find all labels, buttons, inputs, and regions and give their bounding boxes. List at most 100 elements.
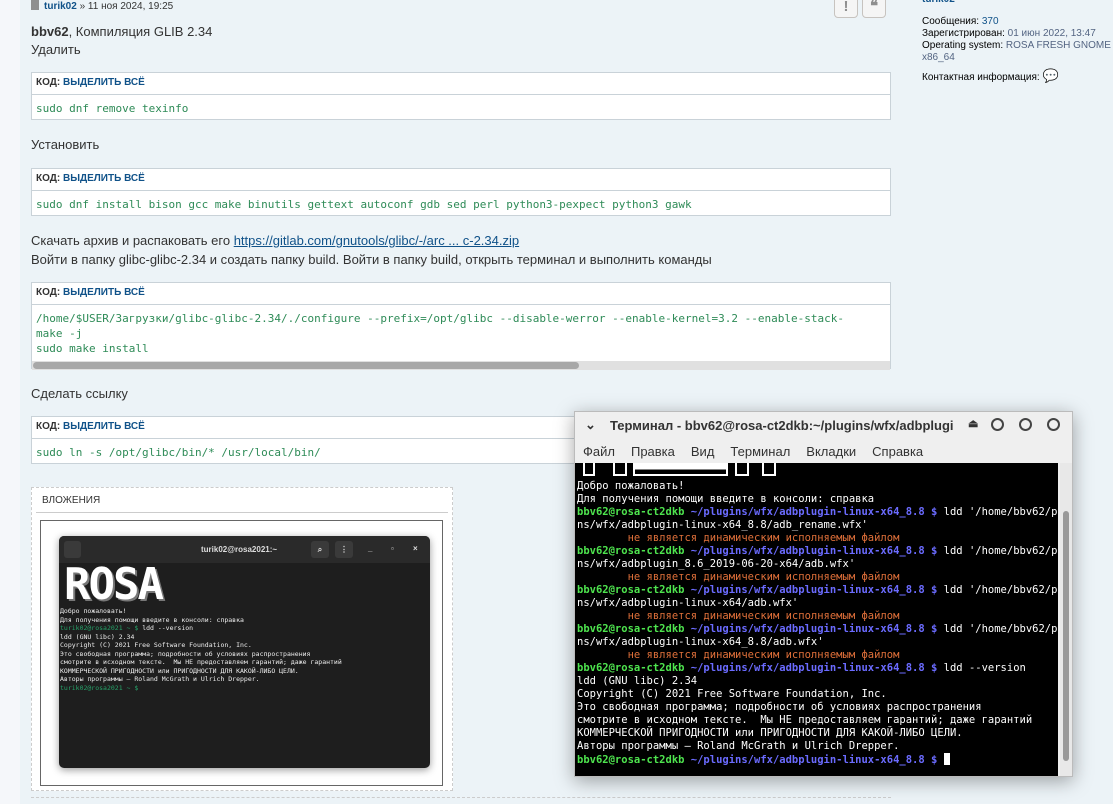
output: ldd (GNU libc) 2.34 Copyright (C) 2021 F… — [577, 675, 1033, 752]
menu-icon: ⋮ — [335, 541, 353, 558]
code-header: КОД: ВЫДЕЛИТЬ ВСЁ — [32, 169, 890, 191]
code-content: /home/$USER/Загрузки/glibc-glibc-2.34/./… — [36, 312, 844, 355]
prompt-user: bbv62@rosa-ct2dkb — [577, 506, 685, 518]
error-line: не является динамическим исполняемым фай… — [577, 649, 900, 661]
search-icon: ⌕ — [311, 541, 329, 558]
link-label: Сделать ссылку — [31, 386, 128, 401]
prompt-path: ~/plugins/wfx/adbplugin-linux-x64_8.8 $ — [684, 545, 938, 557]
prompt-user: bbv62@rosa-ct2dkb — [577, 584, 685, 596]
code-label: КОД: — [36, 287, 63, 298]
prompt-user: bbv62@rosa-ct2dkb — [577, 623, 685, 635]
prompt: turik02@rosa2021 ~ $ — [60, 624, 139, 632]
scrollbar-thumb[interactable] — [33, 362, 579, 369]
menu-view[interactable]: Вид — [691, 439, 715, 464]
post-icon — [31, 0, 39, 10]
menu-help[interactable]: Справка — [872, 439, 923, 464]
menu-file[interactable]: Файл — [583, 439, 615, 464]
screenshot-title: turik02@rosa2021:~ — [201, 545, 278, 554]
chevron-down-icon[interactable]: ⌄ — [585, 417, 596, 433]
command: ldd '/home/bbv62/plugi — [943, 545, 1058, 557]
select-all-link[interactable]: ВЫДЕЛИТЬ ВСЁ — [63, 287, 145, 298]
code-content: sudo dnf install bison gcc make binutils… — [36, 198, 692, 211]
output: ldd (GNU libc) 2.34 Copyright (C) 2021 F… — [60, 632, 342, 684]
prompt-path: ~/plugins/wfx/adbplugin-linux-x64_8.8 $ — [684, 623, 938, 635]
screenshot-titlebar: turik02@rosa2021:~ ⌕ ⋮ _ ▫ × — [59, 536, 430, 563]
report-button[interactable]: ! — [834, 0, 858, 18]
terminal-screen[interactable]: Добро пожаловать! Для получения помощи в… — [575, 463, 1058, 776]
minimize-icon: _ — [368, 544, 373, 553]
maximize-button[interactable] — [1019, 418, 1032, 431]
scrollbar-thumb[interactable] — [1063, 511, 1069, 761]
prompt-path: ~/plugins/wfx/adbplugin-linux-x64_8.8 $ — [684, 662, 938, 674]
profile-registered: Зарегистрирован: 01 июн 2022, 13:47 — [922, 28, 1112, 40]
vertical-scrollbar[interactable] — [1060, 463, 1072, 776]
profile: turik02 Сообщения: 370 Зарегистрирован: … — [922, 0, 1112, 84]
command-cont: ns/wfx/adbplugin-linux-x64/adb.wfx' — [577, 597, 799, 609]
ascii-logo-fragment — [575, 463, 1058, 480]
screenshot-output: Добро пожаловать! Для получения помощи в… — [59, 607, 430, 692]
quote-button[interactable]: ❝ — [862, 0, 886, 18]
mention: bbv62 — [31, 24, 69, 39]
code-header: КОД: ВЫДЕЛИТЬ ВСЁ — [32, 283, 890, 305]
code-label: КОД: — [36, 77, 63, 88]
code-label: КОД: — [36, 173, 63, 184]
label: Operating system: — [922, 40, 1006, 51]
label: Контактная информация: — [922, 72, 1043, 83]
line: Для получения помощи введите в консоли: … — [577, 493, 875, 505]
profile-name[interactable]: turik02 — [922, 0, 1112, 6]
value[interactable]: 370 — [982, 16, 999, 27]
author-link[interactable]: turik02 — [44, 1, 77, 12]
cursor — [943, 753, 950, 765]
close-button[interactable] — [1047, 418, 1060, 431]
code-block-3: КОД: ВЫДЕЛИТЬ ВСЁ /home/$USER/Загрузки/g… — [31, 282, 891, 370]
line: Добро пожаловать! — [577, 480, 685, 492]
label: Сообщения: — [922, 16, 982, 27]
divider — [31, 797, 891, 798]
minimize-button[interactable] — [991, 418, 1004, 431]
code-block-1: КОД: ВЫДЕЛИТЬ ВСЁ sudo dnf remove texinf… — [31, 72, 891, 120]
meta-sep: » — [76, 1, 88, 12]
prompt: turik02@rosa2021 ~ $ — [60, 683, 139, 692]
code-block-2: КОД: ВЫДЕЛИТЬ ВСЁ sudo dnf install bison… — [31, 168, 891, 216]
command: ldd --version — [937, 662, 1026, 674]
command-cont: ns/wfx/adbplugin-linux-x64_8.8/adb.wfx' — [577, 636, 824, 648]
post-buttons: ! ❝ — [834, 0, 886, 18]
chat-bubble-icon[interactable]: 💬 — [1042, 68, 1058, 83]
greeting-text: , Компиляция GLIB 2.34 — [68, 24, 213, 39]
select-all-link[interactable]: ВЫДЕЛИТЬ ВСЁ — [63, 173, 145, 184]
prompt-path: ~/plugins/wfx/adbplugin-linux-x64_8.8 $ — [684, 584, 938, 596]
error-line: не является динамическим исполняемым фай… — [577, 571, 900, 583]
error-line: не является динамическим исполняемым фай… — [577, 532, 900, 544]
menu-tabs[interactable]: Вкладки — [806, 439, 856, 464]
attachments-label: ВЛОЖЕНИЯ — [36, 488, 448, 513]
menu-edit[interactable]: Правка — [631, 439, 675, 464]
maximize-icon: ▫ — [391, 544, 394, 553]
label: Зарегистрирован: — [922, 28, 1008, 39]
prompt-user: bbv62@rosa-ct2dkb — [577, 545, 685, 557]
prompt-path: ~/plugins/wfx/adbplugin-linux-x64_8.8 $ — [684, 506, 938, 518]
command: ldd '/home/bbv62/plugi — [943, 623, 1058, 635]
screenshot-terminal: turik02@rosa2021:~ ⌕ ⋮ _ ▫ × ROSA Добро … — [59, 536, 430, 768]
remove-label: Удалить — [31, 42, 81, 57]
command-cont: ns/wfx/adbplugin-linux-x64_8.8/adb_renam… — [577, 519, 868, 531]
greeting: bbv62, Компиляция GLIB 2.34 — [31, 24, 212, 39]
eject-icon[interactable]: ⏏ — [968, 417, 978, 430]
download-text: Скачать архив и распаковать его https://… — [31, 233, 519, 248]
download-link[interactable]: https://gitlab.com/gnutools/glibc/-/arc … — [234, 233, 519, 248]
install-label: Установить — [31, 137, 100, 152]
terminal-titlebar: ⌄ Терминал - bbv62@rosa-ct2dkb:~/plugins… — [575, 412, 1072, 439]
horizontal-scrollbar[interactable] — [32, 361, 890, 370]
command-cont: ns/wfx/adbplugin_8.6_2019-06-20-x64/adb.… — [577, 558, 856, 570]
select-all-link[interactable]: ВЫДЕЛИТЬ ВСЁ — [63, 77, 145, 88]
line: Добро пожаловать! — [60, 607, 127, 615]
command: ldd '/home/bbv62/plugi — [943, 584, 1058, 596]
select-all-link[interactable]: ВЫДЕЛИТЬ ВСЁ — [63, 421, 145, 432]
profile-contact: Контактная информация: 💬 — [922, 68, 1112, 84]
command: ldd --version — [138, 624, 194, 632]
close-icon: × — [413, 544, 418, 553]
attachment-image[interactable]: turik02@rosa2021:~ ⌕ ⋮ _ ▫ × ROSA Добро … — [40, 520, 443, 786]
post-meta: turik02 » 11 ноя 2024, 19:25 — [31, 0, 173, 12]
rosa-logo: ROSA — [64, 559, 164, 610]
post-date: 11 ноя 2024, 19:25 — [87, 1, 174, 12]
menu-terminal[interactable]: Терминал — [730, 439, 790, 464]
